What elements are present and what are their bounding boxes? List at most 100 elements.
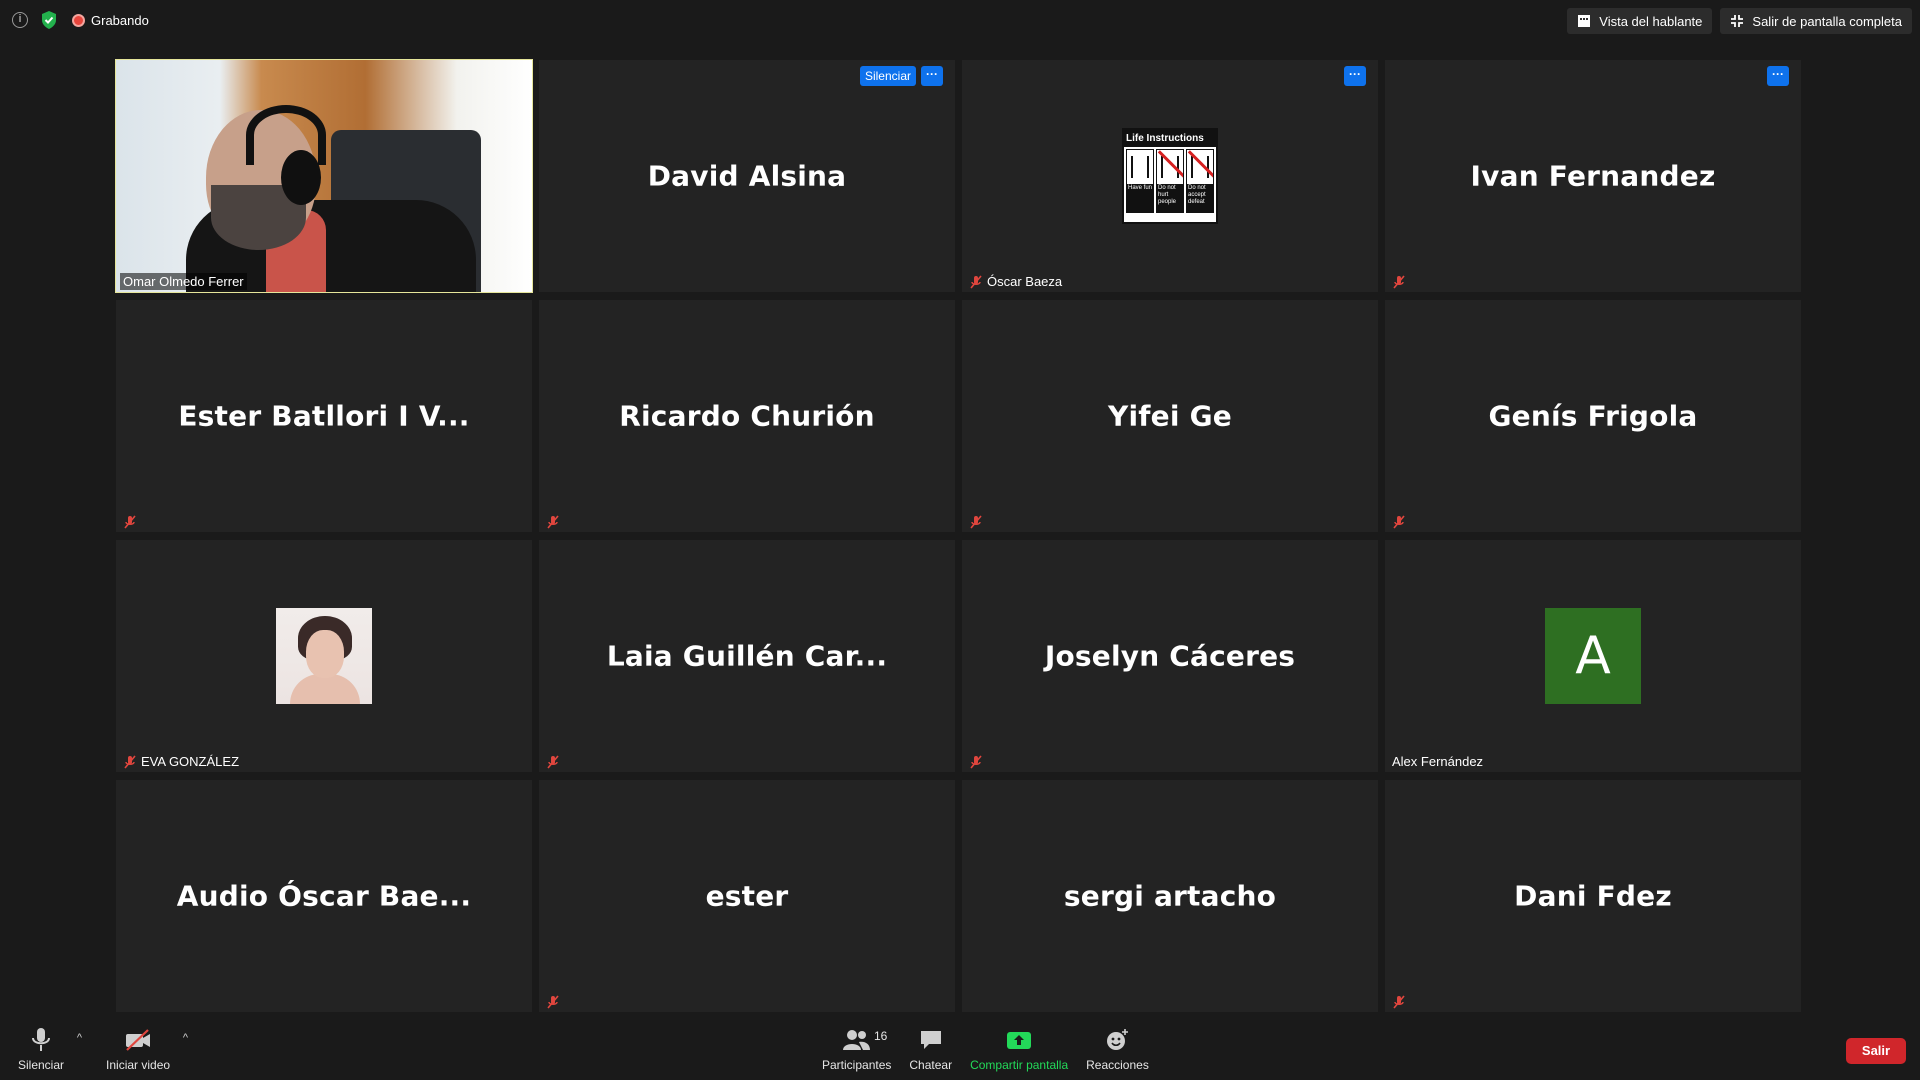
toolbar-center: 16 Participantes Chatear Compartir panta… [822,1026,1149,1072]
info-icon[interactable]: i [12,12,28,28]
participant-tile-ricardo-churion[interactable]: Ricardo Churión [539,300,955,532]
participant-status [1389,514,1409,530]
participant-name: Óscar Baeza [987,274,1063,289]
mic-muted-icon [1393,995,1405,1009]
chat-button[interactable]: Chatear [909,1026,952,1072]
participant-tile-omar-olmedo-ferrer[interactable]: Omar Olmedo Ferrer [115,59,533,293]
meeting-status-group: i Grabando [12,10,149,30]
image-title: Life Instructions [1124,130,1216,147]
shield-icon[interactable] [40,10,58,30]
chat-icon [917,1026,945,1054]
participants-label: Participantes [822,1058,892,1072]
speaker-view-label: Vista del hablante [1599,13,1703,29]
mic-muted-icon [1393,275,1405,289]
reactions-icon [1103,1026,1131,1054]
microphone-icon [27,1026,55,1054]
participant-tile-dani-fdez[interactable]: Dani Fdez [1385,780,1801,1012]
mute-button[interactable]: Silenciar ^ [18,1026,82,1072]
participant-name: Yifei Ge [1108,399,1232,433]
more-options-button[interactable]: ··· [1344,66,1366,86]
participant-status [543,994,563,1010]
participant-name: David Alsina [647,159,847,193]
initial-avatar: A [1545,608,1641,704]
share-screen-label: Compartir pantalla [970,1058,1069,1072]
participant-tile-alex-fernandez[interactable]: A Alex Fernández [1385,540,1801,772]
participant-tile-laia-guillen[interactable]: Laia Guillén Car... [539,540,955,772]
mic-muted-icon [547,515,559,529]
participants-icon [842,1026,871,1054]
mute-participant-button[interactable]: Silenciar [859,66,916,86]
participant-tile-oscar-baeza[interactable]: ··· Life Instructions Have fun Do not hu… [962,60,1378,292]
more-options-button[interactable]: ··· [1767,66,1789,86]
exit-fullscreen-label: Salir de pantalla completa [1752,13,1902,29]
tile-actions: ··· [1344,66,1366,86]
leave-meeting-button[interactable]: Salir [1846,1038,1906,1064]
video-off-icon [124,1026,152,1054]
mic-muted-icon [970,755,982,769]
participant-name: Genís Frigola [1488,399,1698,433]
participants-button[interactable]: 16 Participantes [822,1026,891,1072]
tile-actions: ··· [1767,66,1789,86]
grid-view-icon [1578,15,1591,27]
share-screen-button[interactable]: Compartir pantalla [970,1026,1068,1072]
participant-name-label: Omar Olmedo Ferrer [120,273,247,290]
chat-label: Chatear [909,1058,953,1072]
participant-status [966,514,986,530]
mic-muted-icon [1393,515,1405,529]
recording-dot-icon [72,13,85,27]
mic-muted-icon [547,995,559,1009]
mic-muted-icon [124,754,136,769]
video-options-caret-icon[interactable]: ^ [183,1032,188,1044]
image-caption: Do not hurt people [1157,184,1183,212]
participant-name: Ester Batllori I V... [178,399,470,433]
participant-status [543,514,563,530]
audio-options-caret-icon[interactable]: ^ [77,1032,82,1044]
exit-fullscreen-icon [1731,15,1744,27]
mic-muted-icon [970,515,982,529]
participant-video [116,60,532,292]
participant-name: Ricardo Churión [619,399,875,433]
participant-name: ester [705,879,789,913]
participant-tile-sergi-artacho[interactable]: sergi artacho [962,780,1378,1012]
reactions-label: Reacciones [1086,1058,1149,1072]
start-video-button[interactable]: Iniciar video ^ [106,1026,188,1072]
start-video-label: Iniciar video [106,1058,171,1072]
participant-status [1389,274,1409,290]
participant-name: Alex Fernández [1392,754,1484,769]
image-caption: Have fun [1127,184,1153,212]
participant-name-label: Alex Fernández [1389,753,1486,770]
participant-status [1389,994,1409,1010]
participant-grid: Omar Olmedo Ferrer Silenciar ··· David A… [115,59,1802,1018]
participant-tile-david-alsina[interactable]: Silenciar ··· David Alsina [539,60,955,292]
participant-tile-yifei-ge[interactable]: Yifei Ge [962,300,1378,532]
participant-name: Joselyn Cáceres [1044,639,1296,673]
participant-name: Dani Fdez [1514,879,1672,913]
participant-tile-ivan-fernandez[interactable]: ··· Ivan Fernandez [1385,60,1801,292]
mic-muted-icon [124,515,136,529]
more-options-button[interactable]: ··· [921,66,943,86]
participant-tile-ester-batllori[interactable]: Ester Batllori I V... [116,300,532,532]
participant-tile-eva-gonzalez[interactable]: EVA GONZÁLEZ [116,540,532,772]
mic-muted-icon [970,274,982,289]
participant-name-label: EVA GONZÁLEZ [120,753,242,770]
participant-name: Audio Óscar Bae... [176,879,472,913]
participant-tile-genis-frigola[interactable]: Genís Frigola [1385,300,1801,532]
recording-badge[interactable]: Grabando [72,13,149,28]
participant-name: sergi artacho [1063,879,1277,913]
participant-status [120,514,140,530]
participant-tile-audio-oscar-baeza[interactable]: Audio Óscar Bae... [116,780,532,1012]
recording-label: Grabando [91,12,149,28]
participant-tile-joselyn-caceres[interactable]: Joselyn Cáceres [962,540,1378,772]
participant-name: Laia Guillén Car... [606,639,888,673]
participant-tile-ester[interactable]: ester [539,780,955,1012]
top-bar: i Grabando Vista del hablante Salir de p… [0,0,1920,40]
participant-status [543,754,563,770]
participant-name: Omar Olmedo Ferrer [123,274,244,289]
mute-label: Silenciar [18,1058,65,1072]
participant-name-label: Óscar Baeza [966,273,1065,290]
reactions-button[interactable]: Reacciones [1086,1026,1149,1072]
speaker-view-button[interactable]: Vista del hablante [1567,8,1713,34]
participant-name: Ivan Fernandez [1470,159,1716,193]
exit-fullscreen-button[interactable]: Salir de pantalla completa [1720,8,1912,34]
mic-muted-icon [547,755,559,769]
